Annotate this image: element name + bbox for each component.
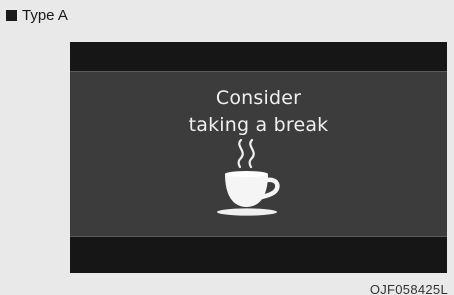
manual-figure: Type A Consider taking a break OJF058425… [0,0,454,295]
display-top-bar [70,42,447,71]
square-bullet-icon [6,9,17,21]
cluster-display: Consider taking a break [70,42,447,273]
figure-code: OJF058425L [369,282,448,295]
type-heading: Type A [6,5,68,25]
type-label-text: Type A [22,6,68,24]
alert-message: Consider taking a break [70,85,447,139]
display-bottom-bar [70,237,447,273]
alert-message-line-2: taking a break [188,114,329,136]
break-alert-panel: Consider taking a break [70,71,447,237]
coffee-cup-icon [217,138,280,216]
alert-message-line-1: Consider [215,87,302,109]
